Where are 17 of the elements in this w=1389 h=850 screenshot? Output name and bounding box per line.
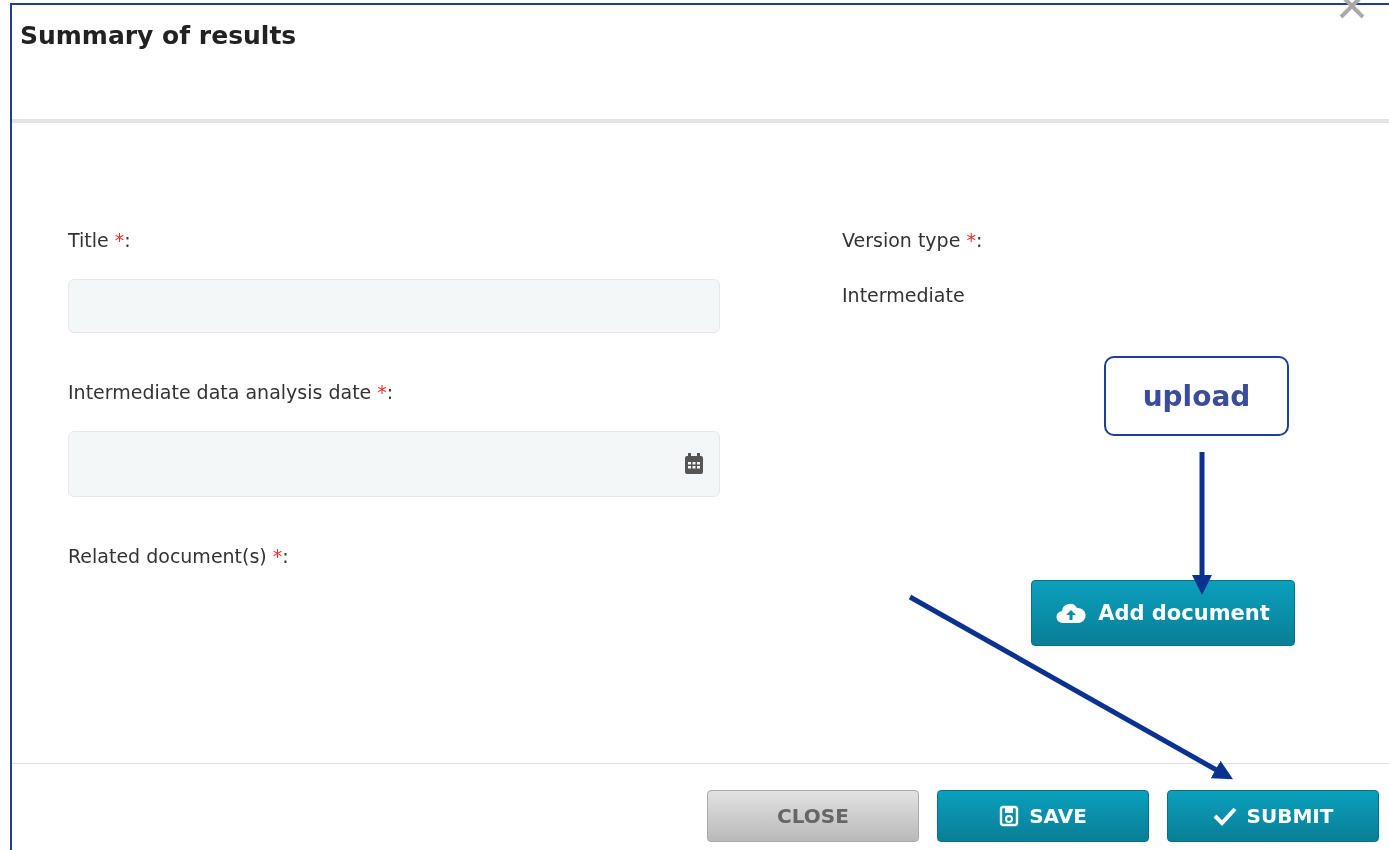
- date-input[interactable]: [68, 431, 720, 497]
- title-input[interactable]: [68, 279, 720, 333]
- version-type-value: Intermediate: [842, 284, 966, 306]
- field-label: Version type *:: [842, 229, 983, 251]
- field-label: Intermediate data analysis date *:: [68, 381, 394, 403]
- callout-label: upload: [1104, 356, 1289, 436]
- field-label: Title *:: [68, 229, 131, 251]
- field-label: Related document(s) *:: [68, 545, 289, 567]
- dialog-title: Summary of results: [20, 21, 297, 50]
- close-icon[interactable]: [1338, 0, 1366, 20]
- calendar-icon[interactable]: [683, 452, 705, 476]
- close-button[interactable]: CLOSE: [707, 790, 919, 842]
- save-button[interactable]: SAVE: [937, 790, 1149, 842]
- add-document-button[interactable]: Add document: [1031, 580, 1295, 646]
- checkmark-icon: [1212, 806, 1237, 826]
- cloud-upload-icon: [1056, 602, 1087, 624]
- submit-button[interactable]: SUBMIT: [1167, 790, 1379, 842]
